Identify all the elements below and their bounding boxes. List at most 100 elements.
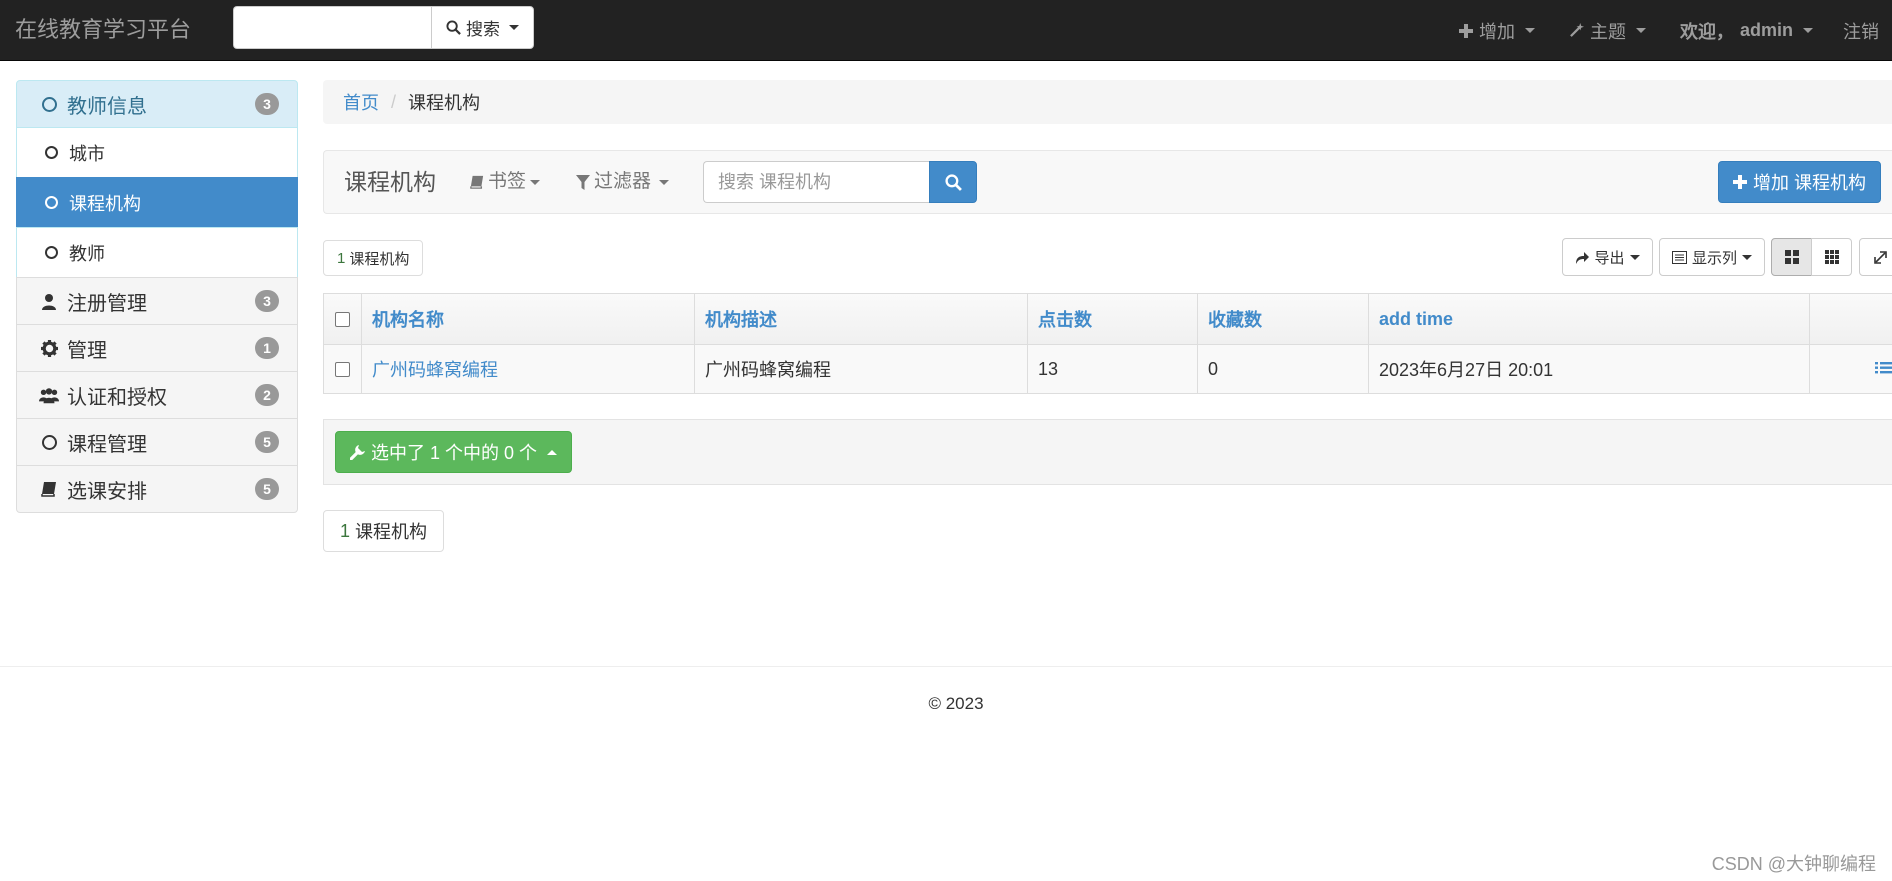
- cell-row-actions: [1809, 345, 1892, 393]
- user-menu[interactable]: 欢迎， admin: [1680, 0, 1814, 61]
- add-button-label: 增加 课程机构: [1753, 173, 1867, 193]
- theme-menu[interactable]: 主题: [1569, 0, 1646, 61]
- select-all-cell: [324, 294, 361, 344]
- chevron-down-icon: [659, 179, 670, 185]
- sidebar-item-schedule[interactable]: 选课安排 5: [16, 465, 298, 513]
- header-name[interactable]: 机构名称: [361, 294, 694, 344]
- list-alt-icon: [1671, 250, 1687, 264]
- columns-button[interactable]: 显示列: [1659, 238, 1765, 276]
- bookmarks-menu[interactable]: 书签: [470, 151, 541, 213]
- navbar-search-input[interactable]: [233, 6, 431, 49]
- result-count-number: 1: [337, 249, 346, 267]
- row-name-link[interactable]: 广州码蜂窝编程: [372, 356, 498, 382]
- page-title: 课程机构: [344, 169, 436, 195]
- wrench-icon: [350, 445, 365, 460]
- result-count: 1 课程机构: [323, 240, 424, 276]
- search-icon: [944, 173, 962, 191]
- watermark: CSDN @大钟聊编程: [1711, 854, 1876, 874]
- circle-icon: [41, 246, 61, 259]
- header-desc[interactable]: 机构描述: [694, 294, 1027, 344]
- export-button[interactable]: 导出: [1562, 238, 1653, 276]
- bulk-actions-label: 选中了 1 个中的 0 个: [371, 443, 538, 463]
- navbar-search-button[interactable]: 搜索: [431, 6, 534, 49]
- breadcrumb: 首页 / 课程机构: [323, 80, 1892, 124]
- add-menu-label: 增加: [1479, 21, 1515, 42]
- cell-favs: 0: [1197, 345, 1368, 393]
- th-large-icon: [1784, 250, 1799, 264]
- breadcrumb-separator: /: [391, 91, 397, 112]
- logout-label: 注销: [1843, 21, 1879, 42]
- bulk-actions-button[interactable]: 选中了 1 个中的 0 个: [335, 431, 573, 473]
- table-row: 广州码蜂窝编程 广州码蜂窝编程 13 0 2023年6月27日 20:01: [324, 345, 1892, 393]
- username: admin: [1740, 20, 1794, 40]
- add-course-org-button[interactable]: 增加 课程机构: [1718, 161, 1882, 203]
- sidebar-item-auth[interactable]: 认证和授权 2: [16, 371, 298, 419]
- cell-clicks: 13: [1027, 345, 1197, 393]
- share-icon: [1576, 251, 1590, 264]
- sidebar-item-label: 城市: [69, 143, 105, 164]
- logout-link[interactable]: 注销: [1843, 0, 1879, 61]
- sidebar-item-city[interactable]: 城市: [16, 127, 298, 178]
- list-search-button[interactable]: [929, 161, 977, 203]
- brand-title[interactable]: 在线教育学习平台: [15, 0, 191, 61]
- header-clicks[interactable]: 点击数: [1027, 294, 1197, 344]
- sidebar-item-course-org[interactable]: 课程机构: [16, 177, 298, 228]
- breadcrumb-home[interactable]: 首页: [343, 89, 379, 115]
- user-icon: [39, 293, 59, 310]
- fullscreen-button[interactable]: [1859, 238, 1892, 276]
- header-add-time[interactable]: add time: [1368, 294, 1809, 344]
- navbar-search-label: 搜索: [466, 20, 500, 39]
- list-icon[interactable]: [1875, 361, 1892, 377]
- navbar-search: 搜索: [233, 6, 534, 49]
- sidebar-item-teacher-info[interactable]: 教师信息 3: [16, 80, 298, 128]
- group-icon: [39, 387, 59, 404]
- chevron-up-icon: [547, 449, 558, 455]
- list-search: 搜索 课程机构: [703, 161, 977, 203]
- sidebar-item-admin[interactable]: 管理 1: [16, 324, 298, 372]
- search-icon: [446, 20, 461, 35]
- table-header: 机构名称 机构描述 点击数 收藏数 add time: [324, 294, 1892, 345]
- footer-divider: [0, 666, 1892, 667]
- view-large-grid-button[interactable]: [1771, 238, 1812, 276]
- actions-bar: 选中了 1 个中的 0 个: [323, 419, 1892, 485]
- filter-icon: [576, 174, 590, 190]
- circle-icon: [41, 146, 61, 159]
- header-actions: [1809, 294, 1892, 344]
- plus-icon: [1733, 175, 1747, 189]
- gear-icon: [39, 339, 59, 357]
- result-count-label: 课程机构: [355, 522, 428, 542]
- filters-menu[interactable]: 过滤器: [576, 151, 670, 213]
- welcome-text: 欢迎，: [1680, 21, 1734, 42]
- chevron-down-icon: [1525, 28, 1535, 33]
- sidebar-item-label: 认证和授权: [67, 386, 167, 409]
- view-small-grid-button[interactable]: [1811, 238, 1852, 276]
- th-icon: [1824, 250, 1839, 264]
- header-favs[interactable]: 收藏数: [1197, 294, 1368, 344]
- sidebar-item-course-mgmt[interactable]: 课程管理 5: [16, 418, 298, 466]
- result-count-label: 课程机构: [349, 250, 410, 268]
- list-search-input[interactable]: 搜索 课程机构: [703, 161, 929, 203]
- circle-icon: [39, 434, 59, 450]
- wand-icon: [1570, 23, 1584, 37]
- cell-name: 广州码蜂窝编程: [361, 345, 694, 393]
- book-icon: [39, 481, 59, 497]
- list-toolbar: 课程机构 书签 过滤器 搜索 课程机构 增加 课程机构: [323, 150, 1892, 214]
- add-menu[interactable]: 增加: [1459, 0, 1535, 61]
- sidebar-item-teacher[interactable]: 教师: [16, 227, 298, 278]
- row-select-cell: [324, 345, 361, 393]
- count-badge: 2: [255, 384, 279, 406]
- cell-desc: 广州码蜂窝编程: [694, 345, 1027, 393]
- select-all-checkbox[interactable]: [335, 311, 350, 327]
- circle-icon: [41, 196, 61, 209]
- cell-add-time: 2023年6月27日 20:01: [1368, 345, 1809, 393]
- chevron-down-icon: [1742, 254, 1752, 260]
- sidebar-item-label: 注册管理: [67, 292, 147, 315]
- sidebar-item-registration[interactable]: 注册管理 3: [16, 277, 298, 325]
- breadcrumb-current: 课程机构: [408, 93, 481, 113]
- sidebar: 教师信息 3 城市 课程机构 教师 注册管理 3 管理 1 认证和授权 2 课程…: [16, 80, 298, 513]
- chevron-down-icon: [530, 179, 541, 185]
- book-icon: [470, 175, 484, 189]
- filters-label: 过滤器: [594, 171, 652, 192]
- plus-icon: [1459, 23, 1473, 38]
- row-checkbox[interactable]: [335, 361, 350, 377]
